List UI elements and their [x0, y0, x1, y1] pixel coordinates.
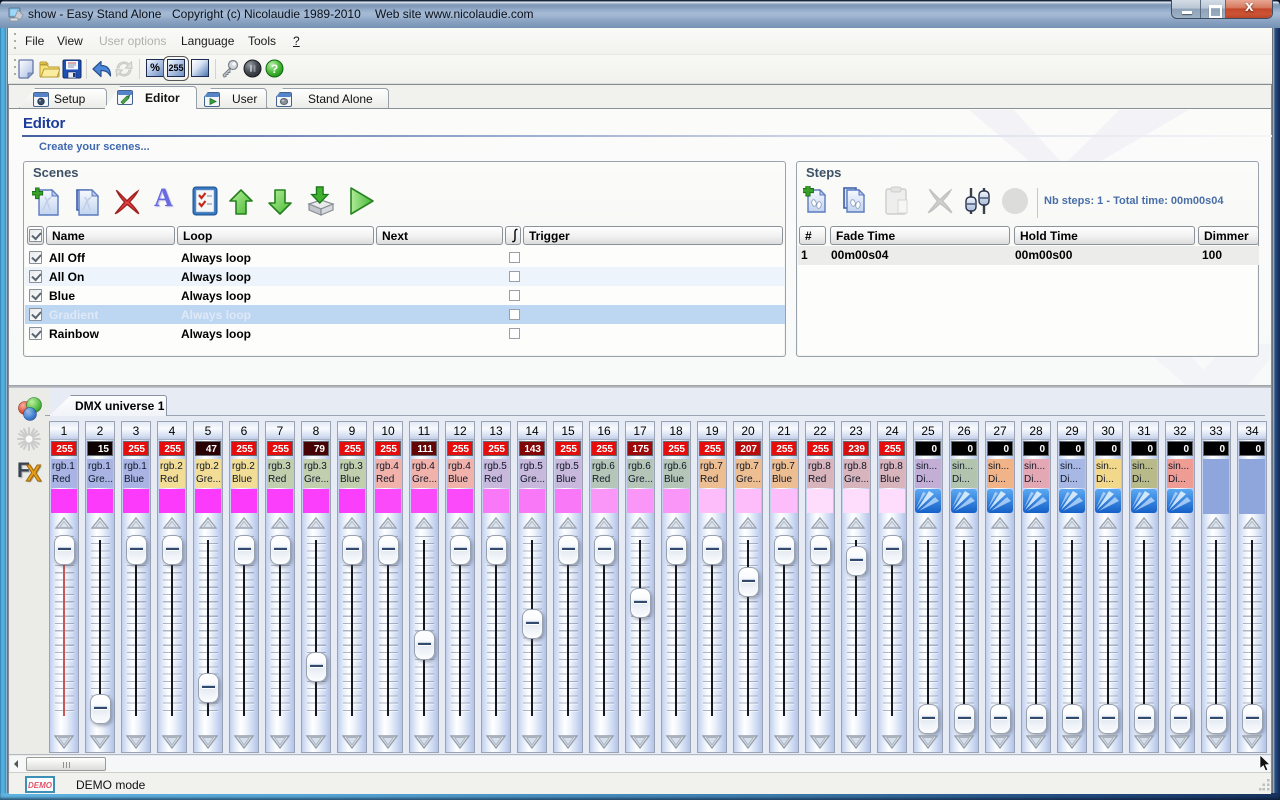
- svg-text:?: ?: [271, 62, 278, 76]
